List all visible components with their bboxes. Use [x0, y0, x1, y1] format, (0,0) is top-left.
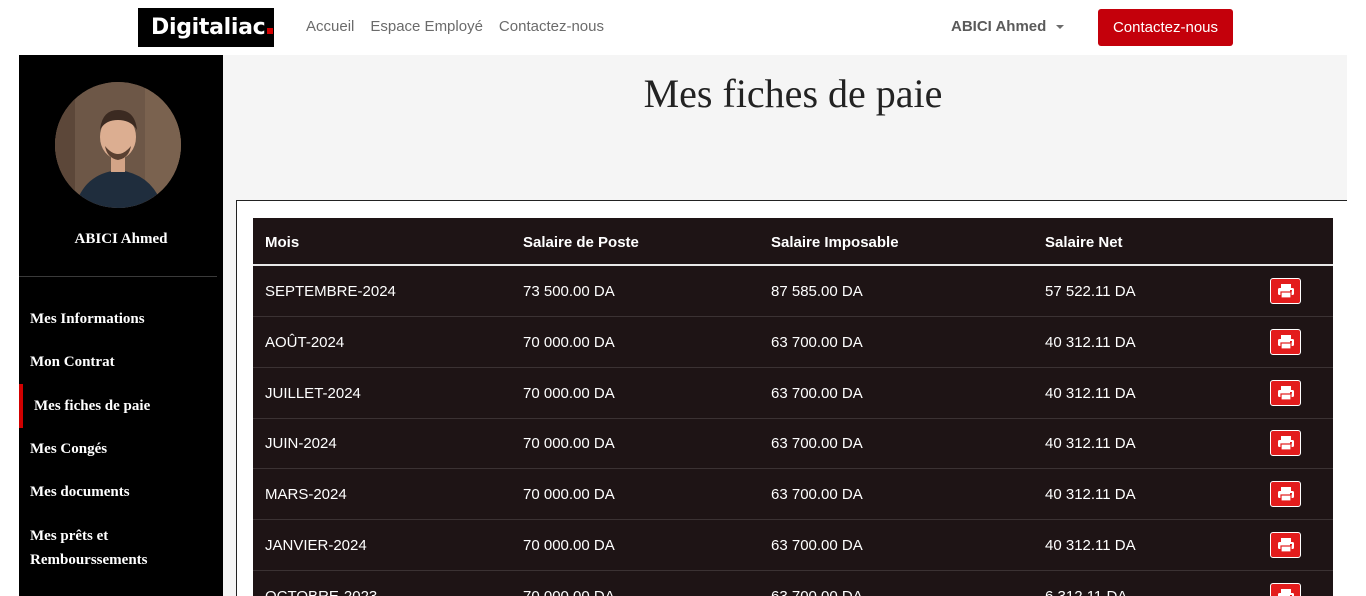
sidebar-user-name: ABICI Ahmed	[74, 231, 168, 247]
cell-mois: OCTOBRE-2023	[265, 588, 377, 596]
brand-name: Digitaliac	[151, 15, 266, 40]
avatar	[55, 82, 181, 208]
table-row: MARS-2024 70 000.00 DA 63 700.00 DA 40 312.…	[253, 469, 1333, 521]
print-icon	[1277, 537, 1295, 553]
cell-salaire-poste: 70 000.00 DA	[523, 486, 615, 504]
cell-salaire-poste: 70 000.00 DA	[523, 384, 615, 402]
cell-salaire-poste: 70 000.00 DA	[523, 588, 615, 596]
cell-salaire-poste: 70 000.00 DA	[523, 333, 615, 351]
column-header-salaire-net: Salaire Net	[1045, 234, 1123, 251]
print-button[interactable]	[1270, 328, 1301, 355]
print-button[interactable]	[1270, 582, 1301, 596]
sidebar-item-mes-prets[interactable]: Mes prêts et Rembourssements	[30, 524, 210, 572]
print-button[interactable]	[1270, 430, 1301, 457]
cell-salaire-poste: 73 500.00 DA	[523, 283, 615, 300]
sidebar-divider	[19, 276, 217, 277]
cell-mois: SEPTEMBRE-2024	[265, 283, 396, 300]
sidebar-item-mes-fiches-de-paie[interactable]: Mes fiches de paie	[34, 394, 214, 418]
cell-salaire-poste: 70 000.00 DA	[523, 537, 615, 554]
cell-salaire-imposable: 63 700.00 DA	[771, 333, 863, 351]
column-header-salaire-imposable: Salaire Imposable	[771, 234, 899, 251]
payslip-table: Mois Salaire de Poste Salaire Imposable …	[253, 218, 1333, 596]
user-dropdown-name: ABICI Ahmed	[951, 18, 1047, 35]
table-row: JUIN-2024 70 000.00 DA 63 700.00 DA 40 312.…	[253, 418, 1333, 470]
top-navbar: Digitaliac Accueil Espace Employé Contac…	[0, 0, 1366, 56]
nav-link-espace-employe[interactable]: Espace Employé	[370, 18, 483, 35]
sidebar-item-mon-contrat[interactable]: Mon Contrat	[30, 350, 210, 374]
print-button[interactable]	[1270, 278, 1301, 304]
nav-link-accueil[interactable]: Accueil	[306, 18, 354, 35]
cell-salaire-imposable: 87 585.00 DA	[771, 283, 863, 300]
cell-salaire-imposable: 63 700.00 DA	[771, 537, 863, 554]
cell-salaire-net: 40 312.11 DA	[1045, 537, 1136, 554]
table-row: SEPTEMBRE-2024 73 500.00 DA 87 585.00 DA 57…	[253, 266, 1333, 317]
table-row: JANVIER-2024 70 000.00 DA 63 700.00 DA 40 3…	[253, 520, 1333, 571]
print-button[interactable]	[1270, 481, 1301, 508]
main-nav: Accueil Espace Employé Contactez-nous	[306, 18, 604, 35]
user-dropdown[interactable]: ABICI Ahmed	[951, 18, 1065, 35]
sidebar-item-mes-informations[interactable]: Mes Informations	[30, 307, 210, 331]
brand-dot	[267, 28, 274, 34]
print-icon	[1277, 588, 1295, 596]
sidebar-item-mes-conges[interactable]: Mes Congés	[30, 437, 210, 461]
cell-mois: MARS-2024	[265, 486, 347, 504]
cell-mois: JUIN-2024	[265, 435, 337, 453]
nav-link-contact[interactable]: Contactez-nous	[499, 18, 604, 35]
print-button[interactable]	[1270, 379, 1301, 406]
print-icon	[1277, 283, 1295, 299]
print-icon	[1277, 334, 1295, 350]
cell-salaire-net: 40 312.11 DA	[1045, 333, 1136, 351]
sidebar: ABICI Ahmed Mes Informations Mon Contrat…	[19, 55, 223, 596]
print-icon	[1277, 385, 1295, 401]
cell-salaire-net: 57 522.11 DA	[1045, 283, 1136, 300]
print-icon	[1277, 486, 1295, 502]
active-indicator	[19, 384, 23, 428]
print-button[interactable]	[1270, 532, 1301, 558]
cell-salaire-imposable: 63 700.00 DA	[771, 486, 863, 504]
cell-mois: JANVIER-2024	[265, 537, 367, 554]
cell-salaire-imposable: 63 700.00 DA	[771, 384, 863, 402]
cell-salaire-net: 6 312.11 DA	[1045, 588, 1127, 596]
cell-salaire-poste: 70 000.00 DA	[523, 435, 615, 453]
brand-logo[interactable]: Digitaliac	[138, 8, 274, 47]
cell-mois: AOÛT-2024	[265, 333, 345, 351]
cell-salaire-net: 40 312.11 DA	[1045, 384, 1136, 402]
page-title: Mes fiches de paie	[643, 71, 943, 116]
cell-salaire-net: 40 312.11 DA	[1045, 435, 1136, 453]
contact-button[interactable]: Contactez-nous	[1098, 9, 1233, 46]
cell-salaire-imposable: 63 700.00 DA	[771, 588, 863, 596]
table-row: JUILLET-2024 70 000.00 DA 63 700.00 DA 40 3…	[253, 368, 1333, 419]
column-header-mois: Mois	[265, 234, 300, 251]
cell-salaire-net: 40 312.11 DA	[1045, 486, 1136, 504]
caret-down-icon	[1056, 24, 1065, 29]
table-row: OCTOBRE-2023 70 000.00 DA 63 700.00 DA 6 31…	[253, 571, 1333, 596]
cell-salaire-imposable: 63 700.00 DA	[771, 435, 863, 453]
table-row: AOÛT-2024 70 000.00 DA 63 700.00 DA 40 312.…	[253, 317, 1333, 368]
sidebar-item-mes-documents[interactable]: Mes documents	[30, 480, 210, 504]
cell-mois: JUILLET-2024	[265, 384, 361, 402]
column-header-salaire-poste: Salaire de Poste	[523, 234, 639, 251]
print-icon	[1277, 435, 1295, 451]
table-header: Mois Salaire de Poste Salaire Imposable …	[253, 218, 1333, 266]
